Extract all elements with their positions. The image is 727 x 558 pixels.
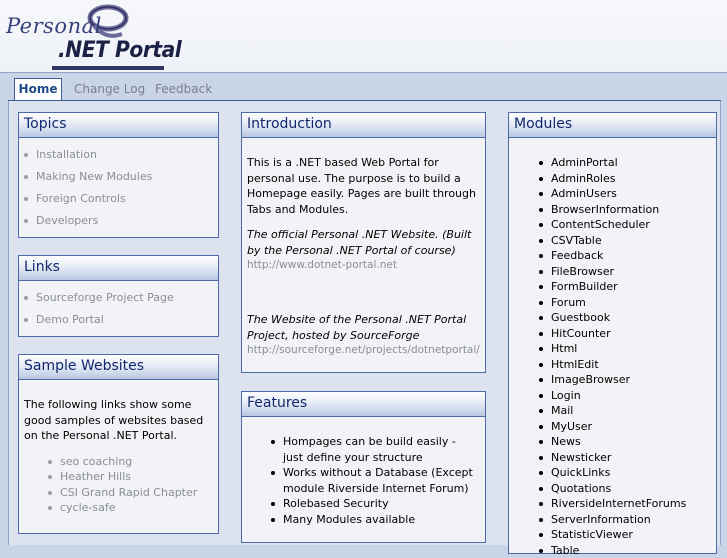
topic-link[interactable]: Foreign Controls xyxy=(19,188,218,210)
sample-websites-text: The following links show some good sampl… xyxy=(24,397,213,444)
topics-list: Installation Making New Modules Foreign … xyxy=(19,138,218,232)
sample-website-link[interactable]: CSI Grand Rapid Chapter xyxy=(24,485,213,501)
feature-item: Many Modules available xyxy=(242,512,477,528)
sample-websites-panel: Sample Websites The following links show… xyxy=(18,354,219,534)
module-link[interactable]: Forum xyxy=(509,295,716,311)
module-link[interactable]: Quotations xyxy=(509,481,716,497)
tab-change-log[interactable]: Change Log xyxy=(68,79,151,99)
module-link[interactable]: MyUser xyxy=(509,419,716,435)
official-website-text: The official Personal .NET Website. (Bui… xyxy=(247,227,480,258)
modules-panel: Modules AdminPortal AdminRoles AdminUser… xyxy=(508,112,717,554)
module-link[interactable]: FileBrowser xyxy=(509,264,716,280)
topics-panel: Topics Installation Making New Modules F… xyxy=(18,112,219,238)
modules-title: Modules xyxy=(509,113,716,138)
module-link[interactable]: AdminUsers xyxy=(509,186,716,202)
logo-portal-text: .NET Portal xyxy=(58,38,181,63)
module-link[interactable]: Feedback xyxy=(509,248,716,264)
module-link[interactable]: AdminRoles xyxy=(509,171,716,187)
introduction-text: This is a .NET based Web Portal for pers… xyxy=(247,155,480,217)
sample-website-link[interactable]: cycle-safe xyxy=(24,500,213,516)
introduction-panel: Introduction This is a .NET based Web Po… xyxy=(241,112,486,373)
module-link[interactable]: BrowserInformation xyxy=(509,202,716,218)
official-website-link[interactable]: http://www.dotnet-portal.net xyxy=(247,258,480,273)
links-list: Sourceforge Project Page Demo Portal xyxy=(19,281,218,331)
introduction-title: Introduction xyxy=(242,113,485,138)
logo-underline xyxy=(52,66,164,70)
module-link[interactable]: RiversideInternetForums xyxy=(509,496,716,512)
module-link[interactable]: Guestbook xyxy=(509,310,716,326)
module-link[interactable]: CSVTable xyxy=(509,233,716,249)
feature-item: Hompages can be build easily - just defi… xyxy=(242,434,477,465)
topic-link[interactable]: Making New Modules xyxy=(19,166,218,188)
module-link[interactable]: Mail xyxy=(509,403,716,419)
features-list: Hompages can be build easily - just defi… xyxy=(242,417,485,527)
sample-websites-list: seo coaching Heather Hills CSI Grand Rap… xyxy=(24,454,213,516)
module-link[interactable]: HtmlEdit xyxy=(509,357,716,373)
sourceforge-link[interactable]: http://sourceforge.net/projects/dotnetpo… xyxy=(247,343,480,358)
module-link[interactable]: StatisticViewer xyxy=(509,527,716,543)
module-link[interactable]: Html xyxy=(509,341,716,357)
module-link[interactable]: ContentScheduler xyxy=(509,217,716,233)
header: Personal .NET Portal xyxy=(0,0,727,73)
topic-link[interactable]: Developers xyxy=(19,210,218,232)
topic-link[interactable]: Installation xyxy=(19,144,218,166)
link-item[interactable]: Demo Portal xyxy=(19,309,218,331)
feature-item: Rolebased Security xyxy=(242,496,477,512)
module-link[interactable]: ImageBrowser xyxy=(509,372,716,388)
content-area: Topics Installation Making New Modules F… xyxy=(8,101,721,545)
topics-title: Topics xyxy=(19,113,218,138)
tab-home[interactable]: Home xyxy=(14,78,62,100)
module-link[interactable]: HitCounter xyxy=(509,326,716,342)
logo-personal-text: Personal xyxy=(6,14,102,38)
module-link[interactable]: ServerInformation xyxy=(509,512,716,528)
tab-bar: Home Change Log Feedback xyxy=(0,73,727,101)
features-panel: Features Hompages can be build easily - … xyxy=(241,391,486,543)
sample-websites-title: Sample Websites xyxy=(19,355,218,380)
links-panel: Links Sourceforge Project Page Demo Port… xyxy=(18,255,219,337)
module-link[interactable]: Login xyxy=(509,388,716,404)
module-link[interactable]: News xyxy=(509,434,716,450)
module-link[interactable]: FormBuilder xyxy=(509,279,716,295)
link-item[interactable]: Sourceforge Project Page xyxy=(19,287,218,309)
features-title: Features xyxy=(242,392,485,417)
modules-list: AdminPortal AdminRoles AdminUsers Browse… xyxy=(509,138,716,558)
module-link[interactable]: Newsticker xyxy=(509,450,716,466)
feature-item: Works without a Database (Except module … xyxy=(242,465,477,496)
sample-website-link[interactable]: Heather Hills xyxy=(24,469,213,485)
module-link[interactable]: AdminPortal xyxy=(509,155,716,171)
tab-feedback[interactable]: Feedback xyxy=(149,79,218,99)
links-title: Links xyxy=(19,256,218,281)
sourceforge-text: The Website of the Personal .NET Portal … xyxy=(247,312,480,343)
sample-website-link[interactable]: seo coaching xyxy=(24,454,213,470)
module-link[interactable]: QuickLinks xyxy=(509,465,716,481)
